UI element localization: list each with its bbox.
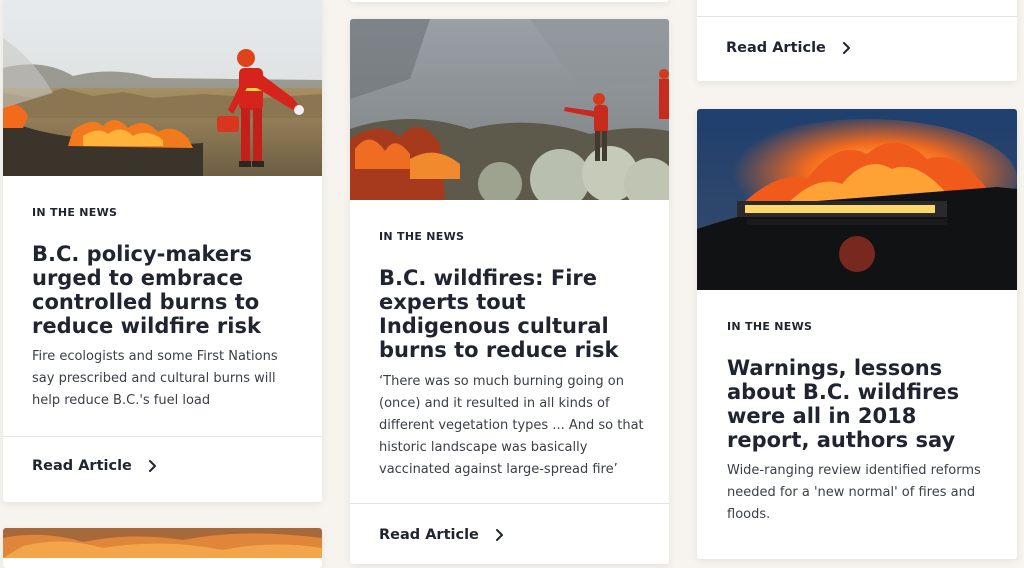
card-title[interactable]: B.C. policy-makers urged to embrace cont… xyxy=(32,242,282,338)
card-title[interactable]: B.C. wildfires: Fire experts tout Indige… xyxy=(379,266,649,362)
card-image-controlled-burn[interactable] xyxy=(3,0,322,176)
news-card-4-partial[interactable] xyxy=(3,528,322,568)
card-divider xyxy=(350,503,669,504)
card-image-cultural-burn[interactable] xyxy=(350,19,669,200)
card-title[interactable]: Warnings, lessons about B.C. wildfires w… xyxy=(727,356,992,452)
card-kicker: IN THE NEWS xyxy=(32,206,118,219)
house-fire-photo xyxy=(697,109,1017,290)
card-kicker: IN THE NEWS xyxy=(379,230,465,243)
wildfire-photo-partial xyxy=(3,528,322,558)
read-article-label: Read Article xyxy=(379,527,479,543)
news-card-partial-top xyxy=(350,0,669,2)
card-description: Fire ecologists and some First Nations s… xyxy=(32,349,278,408)
read-article-button[interactable]: Read Article xyxy=(726,40,854,56)
card-description: ‘There was so much burning going on (onc… xyxy=(379,374,644,477)
news-card-previous[interactable]: Read Article xyxy=(697,0,1017,81)
news-card-1[interactable]: IN THE NEWS B.C. policy-makers urged to … xyxy=(3,0,322,502)
news-card-2[interactable]: IN THE NEWS B.C. wildfires: Fire experts… xyxy=(350,19,669,564)
read-article-label: Read Article xyxy=(726,40,826,56)
news-card-3[interactable]: IN THE NEWS Warnings, lessons about B.C.… xyxy=(697,109,1017,559)
card-kicker: IN THE NEWS xyxy=(727,320,813,333)
chevron-right-icon xyxy=(148,460,156,472)
card-image-house-fire[interactable] xyxy=(697,109,1017,290)
controlled-burn-photo xyxy=(3,0,322,176)
card-divider xyxy=(3,436,322,437)
chevron-right-icon xyxy=(495,529,503,541)
chevron-right-icon xyxy=(842,42,850,54)
read-article-button[interactable]: Read Article xyxy=(32,458,160,474)
card-description: Wide-ranging review identified reforms n… xyxy=(727,463,981,522)
card-divider xyxy=(697,16,1017,17)
read-article-label: Read Article xyxy=(32,458,132,474)
read-article-button[interactable]: Read Article xyxy=(379,527,507,543)
cultural-burn-photo xyxy=(350,19,669,200)
